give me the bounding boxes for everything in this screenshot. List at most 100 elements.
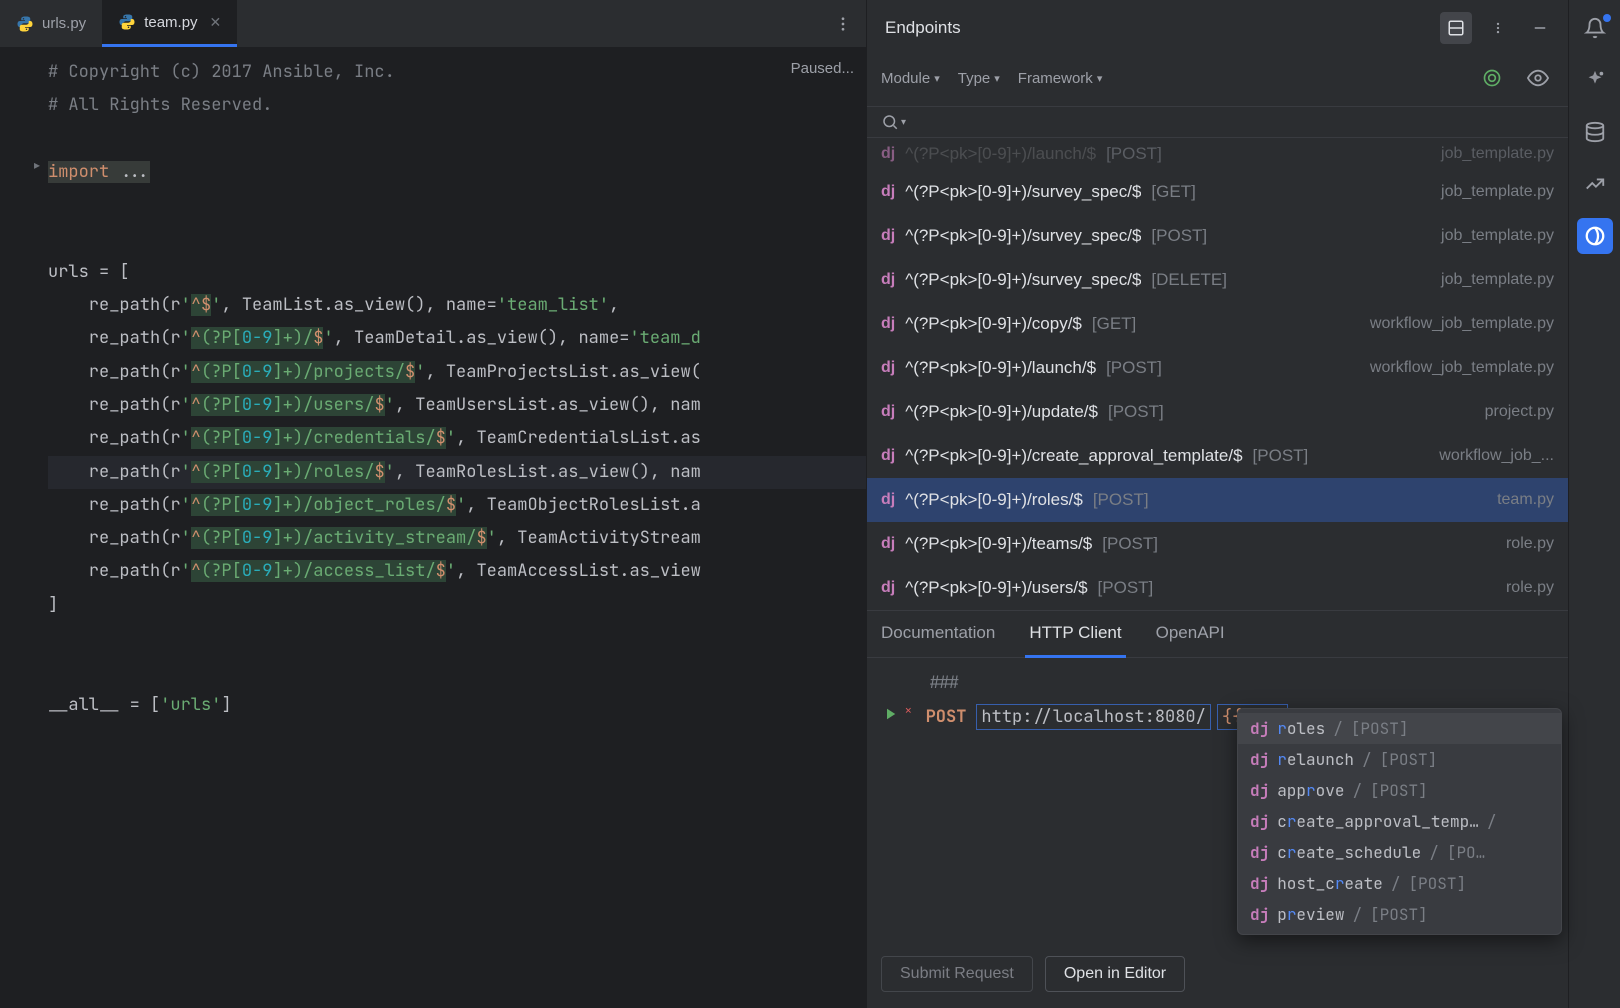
django-tag: dj [881, 491, 895, 509]
endpoint-path: ^(?P<pk>[0-9]+)/create_approval_template… [905, 446, 1242, 466]
endpoint-row[interactable]: dj^(?P<pk>[0-9]+)/users/$ [POST]role.py [867, 566, 1568, 610]
tab-label: team.py [144, 14, 197, 31]
open-in-editor-button[interactable]: Open in Editor [1045, 956, 1185, 992]
endpoint-detail-tabs: Documentation HTTP Client OpenAPI [867, 610, 1568, 658]
endpoint-file: job_template.py [1433, 271, 1554, 289]
minimize-icon[interactable] [1524, 12, 1556, 44]
tab-urls[interactable]: urls.py [0, 0, 102, 47]
endpoint-method: [POST] [1151, 226, 1207, 246]
endpoint-path: ^(?P<pk>[0-9]+)/survey_spec/$ [905, 182, 1141, 202]
endpoint-row[interactable]: dj ^(?P<pk>[0-9]+)/roles/$ [POST] team.py [867, 478, 1568, 522]
endpoint-method: [GET] [1151, 182, 1195, 202]
completion-item[interactable]: dj create_schedule/ [PO… [1238, 837, 1561, 868]
endpoint-file: workflow_job_template.py [1362, 315, 1554, 333]
tab-openapi[interactable]: OpenAPI [1152, 611, 1229, 657]
endpoints-icon[interactable] [1577, 218, 1613, 254]
tab-team[interactable]: team.py ✕ [102, 0, 237, 47]
django-tag: dj [881, 535, 895, 553]
notifications-icon[interactable] [1577, 10, 1613, 46]
filter-type[interactable]: Type▾ [958, 70, 1000, 87]
run-icon[interactable] [881, 705, 899, 729]
more-icon[interactable] [834, 8, 866, 40]
django-tag: dj [881, 271, 895, 289]
endpoint-method: [GET] [1092, 314, 1136, 334]
endpoint-path: ^(?P<pk>[0-9]+)/roles/$ [905, 490, 1083, 510]
endpoint-row[interactable]: dj^(?P<pk>[0-9]+)/launch/$[POST]job_temp… [867, 138, 1568, 170]
status-badge: Paused... [791, 60, 854, 77]
fold-chevron-icon[interactable]: ▸ [0, 158, 48, 172]
django-tag: dj [881, 447, 895, 465]
completion-item[interactable]: dj approve/ [POST] [1238, 775, 1561, 806]
endpoint-row[interactable]: dj ^(?P<pk>[0-9]+)/create_approval_templa… [867, 434, 1568, 478]
endpoint-row[interactable]: dj ^(?P<pk>[0-9]+)/launch/$ [POST] workflo… [867, 346, 1568, 390]
endpoint-path: ^(?P<pk>[0-9]+)/teams/$ [905, 534, 1092, 554]
ai-assist-icon[interactable] [1577, 62, 1613, 98]
search-icon [881, 113, 899, 131]
endpoint-path: ^(?P<pk>[0-9]+)/users/$ [905, 578, 1087, 598]
submit-request-button[interactable]: Submit Request [881, 956, 1033, 992]
filter-framework[interactable]: Framework▾ [1018, 70, 1103, 87]
endpoint-file: team.py [1489, 491, 1554, 509]
completion-item[interactable]: dj roles/ [POST] [1238, 713, 1561, 744]
tab-documentation[interactable]: Documentation [877, 611, 999, 657]
completion-item[interactable]: dj relaunch/ [POST] [1238, 744, 1561, 775]
http-method: POST [926, 706, 967, 728]
more-icon[interactable] [1482, 12, 1514, 44]
completion-item[interactable]: dj preview/ [POST] [1238, 899, 1561, 930]
endpoint-file: role.py [1498, 535, 1554, 553]
target-icon[interactable] [1476, 62, 1508, 94]
tab-http-client[interactable]: HTTP Client [1025, 611, 1125, 658]
endpoint-row[interactable]: dj^(?P<pk>[0-9]+)/teams/$ [POST]role.py [867, 522, 1568, 566]
completion-popup: dj roles/ [POST]dj relaunch/ [POST]dj ap… [1237, 708, 1562, 935]
http-client-area: ### ✕ POST http://localhost:8080/{{pk}}/… [867, 658, 1568, 1008]
layout-icon[interactable] [1440, 12, 1472, 44]
chevron-down-icon: ▾ [994, 72, 1000, 85]
endpoint-path: ^(?P<pk>[0-9]+)/update/$ [905, 402, 1098, 422]
editor-gutter: ▸ [0, 48, 48, 1008]
django-tag: dj [881, 403, 895, 421]
chart-icon[interactable] [1577, 166, 1613, 202]
endpoint-filters: Module▾ Type▾ Framework▾ [867, 56, 1568, 106]
chevron-down-icon: ▾ [1097, 72, 1103, 85]
django-tag: dj [881, 183, 895, 201]
http-url-base[interactable]: http://localhost:8080/ [976, 704, 1210, 730]
endpoint-path: ^(?P<pk>[0-9]+)/copy/$ [905, 314, 1082, 334]
endpoint-file: workflow_job_template.py [1362, 359, 1554, 377]
right-tool-rail [1568, 0, 1620, 1008]
endpoint-file: job_template.py [1433, 227, 1554, 245]
eye-icon[interactable] [1522, 62, 1554, 94]
django-tag: dj [881, 359, 895, 377]
endpoint-list: dj ^(?P<pk>[0-9]+)/launch/$ [POST] job_temp… [867, 138, 1568, 610]
endpoint-method: [POST] [1253, 446, 1309, 466]
endpoint-row[interactable]: dj^(?P<pk>[0-9]+)/update/$ [POST]project… [867, 390, 1568, 434]
tab-bar: urls.py team.py ✕ [0, 0, 866, 48]
tab-label: urls.py [42, 15, 86, 32]
endpoint-search[interactable]: ▾ [867, 106, 1568, 138]
endpoints-panel: Endpoints Module▾ Type▾ Framework▾ ▾ dj^… [866, 0, 1568, 1008]
endpoint-file: role.py [1498, 579, 1554, 597]
endpoint-method: [DELETE] [1151, 270, 1227, 290]
endpoint-path: ^(?P<pk>[0-9]+)/survey_spec/$ [905, 226, 1141, 246]
endpoint-file: job_template.py [1433, 183, 1554, 201]
completion-item[interactable]: dj create_approval_temp…/ [1238, 806, 1561, 837]
endpoint-method: [POST] [1108, 402, 1164, 422]
endpoint-row[interactable]: dj ^(?P<pk>[0-9]+)/survey_spec/$ [GET] job… [867, 170, 1568, 214]
endpoint-method: [POST] [1106, 358, 1162, 378]
http-separator: ### [881, 672, 960, 694]
panel-title: Endpoints [879, 18, 1430, 38]
endpoint-row[interactable]: dj ^(?P<pk>[0-9]+)/survey_spec/$ [POST] jo… [867, 214, 1568, 258]
endpoint-path: ^(?P<pk>[0-9]+)/launch/$ [905, 358, 1096, 378]
database-icon[interactable] [1577, 114, 1613, 150]
endpoint-row[interactable]: dj^(?P<pk>[0-9]+)/survey_spec/$ [DELETE]… [867, 258, 1568, 302]
django-tag: dj [881, 227, 895, 245]
python-icon [16, 15, 34, 33]
code-editor[interactable]: Paused... ▸ # Copyright (c) 2017 Ansible… [0, 48, 866, 1008]
close-icon[interactable]: ✕ [206, 14, 222, 31]
completion-item[interactable]: dj host_create/ [POST] [1238, 868, 1561, 899]
chevron-down-icon: ▾ [901, 117, 906, 128]
endpoint-file: workflow_job_... [1431, 447, 1554, 465]
filter-module[interactable]: Module▾ [881, 70, 940, 87]
endpoint-method: [POST] [1093, 490, 1149, 510]
django-tag: dj [881, 579, 895, 597]
endpoint-row[interactable]: dj^(?P<pk>[0-9]+)/copy/$ [GET]workflow_j… [867, 302, 1568, 346]
